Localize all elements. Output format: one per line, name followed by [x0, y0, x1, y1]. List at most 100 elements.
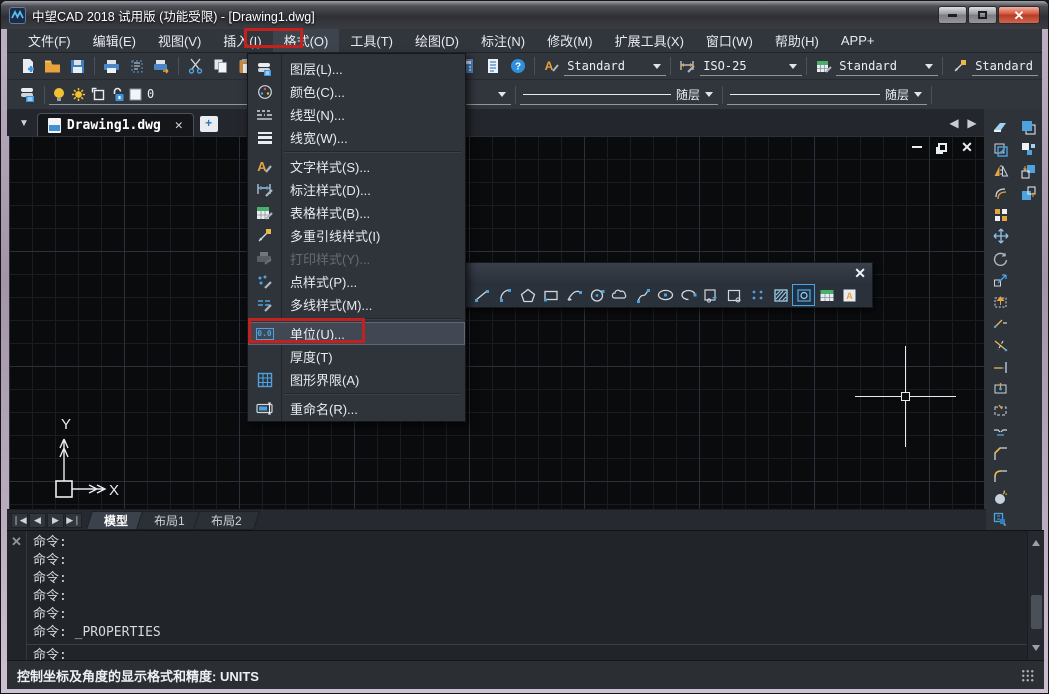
- tab-scroll-right-icon[interactable]: ▶: [964, 113, 980, 133]
- cut-button[interactable]: [183, 55, 208, 77]
- arc-button[interactable]: [493, 284, 516, 306]
- layout-prev-button[interactable]: ◀: [29, 513, 46, 528]
- gradient-button[interactable]: [792, 284, 815, 306]
- mirror-button[interactable]: [988, 161, 1013, 182]
- draw-toolbar[interactable]: ✕ A: [431, 262, 873, 308]
- send-to-back-button[interactable]: [1016, 139, 1041, 160]
- menu-item-drawing-limits[interactable]: 图形界限(A): [248, 368, 465, 391]
- break-button[interactable]: [988, 400, 1013, 421]
- spline-button[interactable]: [631, 284, 654, 306]
- menu-item-thickness[interactable]: 厚度(T): [248, 345, 465, 368]
- menu-app-plus[interactable]: APP+: [830, 29, 886, 52]
- open-file-button[interactable]: [40, 55, 65, 77]
- plot-button[interactable]: [99, 55, 124, 77]
- erase-button[interactable]: [988, 117, 1013, 138]
- bring-above-objects-button[interactable]: [1016, 161, 1041, 182]
- menu-insert[interactable]: 插入(I): [212, 29, 272, 52]
- ellipse-arc-button[interactable]: [677, 284, 700, 306]
- lengthen-button[interactable]: [988, 313, 1013, 334]
- join-button[interactable]: [988, 422, 1013, 443]
- menu-file[interactable]: 文件(F): [17, 29, 82, 52]
- menu-item-layer[interactable]: 图层(L)...: [248, 57, 465, 80]
- copy-button[interactable]: [988, 139, 1013, 160]
- close-button[interactable]: ✕: [998, 6, 1040, 24]
- menu-help[interactable]: 帮助(H): [764, 29, 830, 52]
- bring-to-front-button[interactable]: [1016, 117, 1041, 138]
- insert-block-button[interactable]: [700, 284, 723, 306]
- drawing-minimize-button[interactable]: [909, 140, 925, 154]
- rotate-button[interactable]: [988, 248, 1013, 269]
- menu-edit[interactable]: 编辑(E): [82, 29, 147, 52]
- plot-preview-button[interactable]: [124, 55, 149, 77]
- help-button[interactable]: ?: [505, 55, 530, 77]
- new-file-button[interactable]: [15, 55, 40, 77]
- command-history[interactable]: 命令: 命令: 命令: 命令: 命令: 命令: _PROPERTIES: [27, 531, 1027, 644]
- clean-screen-button[interactable]: [480, 55, 505, 77]
- command-panel[interactable]: ✕ 命令: 命令: 命令: 命令: 命令: 命令: _PROPERTIES 命令…: [7, 530, 1044, 660]
- stretch-button[interactable]: [988, 291, 1013, 312]
- menu-item-text-style[interactable]: A 文字样式(S)...: [248, 155, 465, 178]
- menu-item-dim-style[interactable]: 标注样式(D)...: [248, 178, 465, 201]
- command-close-icon[interactable]: ✕: [11, 535, 22, 660]
- trim-button[interactable]: [988, 335, 1013, 356]
- hatch-button[interactable]: [769, 284, 792, 306]
- mleader-style-combo[interactable]: Standard: [972, 56, 1038, 76]
- layout-next-button[interactable]: ▶: [47, 513, 64, 528]
- table-style-combo[interactable]: Standard: [836, 56, 938, 76]
- circle-button[interactable]: [585, 284, 608, 306]
- make-block-button[interactable]: [723, 284, 746, 306]
- menu-format[interactable]: 格式(O): [273, 29, 340, 52]
- layout-first-button[interactable]: ❘◀: [11, 513, 28, 528]
- arc-continue-button[interactable]: [562, 284, 585, 306]
- tab-list-chevron-icon[interactable]: ▼: [19, 118, 29, 129]
- menu-dimension[interactable]: 标注(N): [470, 29, 536, 52]
- titlebar[interactable]: 中望CAD 2018 试用版 (功能受限) - [Drawing1.dwg] ✕: [1, 1, 1048, 29]
- explode-button[interactable]: [988, 488, 1013, 509]
- menu-item-color[interactable]: 颜色(C)...: [248, 80, 465, 103]
- scroll-down-icon[interactable]: [1032, 645, 1040, 655]
- menu-item-units[interactable]: 0.0 单位(U)...: [248, 322, 465, 345]
- minimize-button[interactable]: [938, 6, 967, 24]
- menu-window[interactable]: 窗口(W): [695, 29, 764, 52]
- menu-view[interactable]: 视图(V): [147, 29, 212, 52]
- text-style-combo[interactable]: Standard: [564, 56, 666, 76]
- chamfer-button[interactable]: [988, 444, 1013, 465]
- copy-clip-button[interactable]: [208, 55, 233, 77]
- restore-button[interactable]: [968, 6, 997, 24]
- dim-style-combo[interactable]: ISO-25: [700, 56, 802, 76]
- polygon-button[interactable]: [516, 284, 539, 306]
- polyline-button[interactable]: [470, 284, 493, 306]
- linetype-combo[interactable]: 随层: [520, 85, 718, 105]
- ellipse-button[interactable]: [654, 284, 677, 306]
- point-button[interactable]: [746, 284, 769, 306]
- scroll-thumb[interactable]: [1031, 595, 1042, 629]
- menu-express-tools[interactable]: 扩展工具(X): [604, 29, 695, 52]
- menu-item-mleader-style[interactable]: 多重引线样式(I): [248, 224, 465, 247]
- publish-button[interactable]: [149, 55, 174, 77]
- draw-toolbar-close-icon[interactable]: ✕: [854, 266, 866, 280]
- table-button[interactable]: [815, 284, 838, 306]
- move-button[interactable]: [988, 226, 1013, 247]
- tab-close-icon[interactable]: ✕: [175, 118, 183, 133]
- layer-manager-button[interactable]: [15, 84, 40, 106]
- tab-layout2[interactable]: 布局2: [193, 511, 260, 530]
- new-tab-button[interactable]: +: [200, 116, 218, 132]
- document-tab-drawing1[interactable]: Drawing1.dwg ✕: [37, 113, 194, 136]
- block-editor-button[interactable]: [988, 509, 1013, 530]
- draw-toolbar-titlebar[interactable]: ✕: [432, 263, 872, 282]
- drawing-canvas[interactable]: [9, 136, 986, 509]
- menu-item-table-style[interactable]: 表格样式(B)...: [248, 201, 465, 224]
- command-scrollbar[interactable]: [1027, 531, 1044, 660]
- menu-item-mline-style[interactable]: 多线样式(M)...: [248, 293, 465, 316]
- scale-button[interactable]: [988, 270, 1013, 291]
- offset-button[interactable]: [988, 182, 1013, 203]
- send-under-objects-button[interactable]: [1016, 183, 1041, 204]
- menu-draw[interactable]: 绘图(D): [404, 29, 470, 52]
- drawing-restore-button[interactable]: [934, 140, 950, 154]
- tab-scroll-left-icon[interactable]: ◀: [946, 113, 962, 133]
- extend-button[interactable]: [988, 357, 1013, 378]
- menu-item-rename[interactable]: 重命名(R)...: [248, 397, 465, 420]
- fillet-button[interactable]: [988, 466, 1013, 487]
- menu-item-linetype[interactable]: 线型(N)...: [248, 103, 465, 126]
- array-button[interactable]: [988, 204, 1013, 225]
